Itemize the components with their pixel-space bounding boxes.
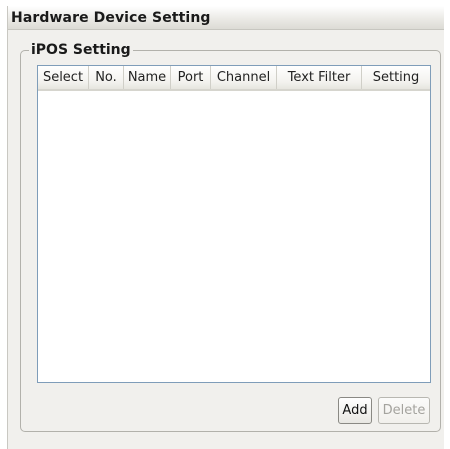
list-body[interactable]: [38, 91, 430, 382]
ipos-device-list[interactable]: Select No. Name Port Channel Text Filter…: [37, 65, 431, 383]
add-button[interactable]: Add: [338, 397, 372, 424]
list-header: Select No. Name Port Channel Text Filter…: [38, 66, 430, 91]
column-header-no[interactable]: No.: [89, 66, 124, 89]
column-header-channel[interactable]: Channel: [211, 66, 277, 89]
column-header-setting[interactable]: Setting: [362, 66, 430, 89]
panel-header: Hardware Device Setting: [8, 6, 444, 30]
column-header-port[interactable]: Port: [171, 66, 211, 89]
delete-button[interactable]: Delete: [378, 397, 430, 424]
group-label: iPOS Setting: [29, 42, 133, 58]
panel-title: Hardware Device Setting: [11, 10, 211, 26]
column-header-name[interactable]: Name: [124, 66, 171, 89]
column-header-text-filter[interactable]: Text Filter: [277, 66, 362, 89]
column-header-select[interactable]: Select: [38, 66, 89, 89]
